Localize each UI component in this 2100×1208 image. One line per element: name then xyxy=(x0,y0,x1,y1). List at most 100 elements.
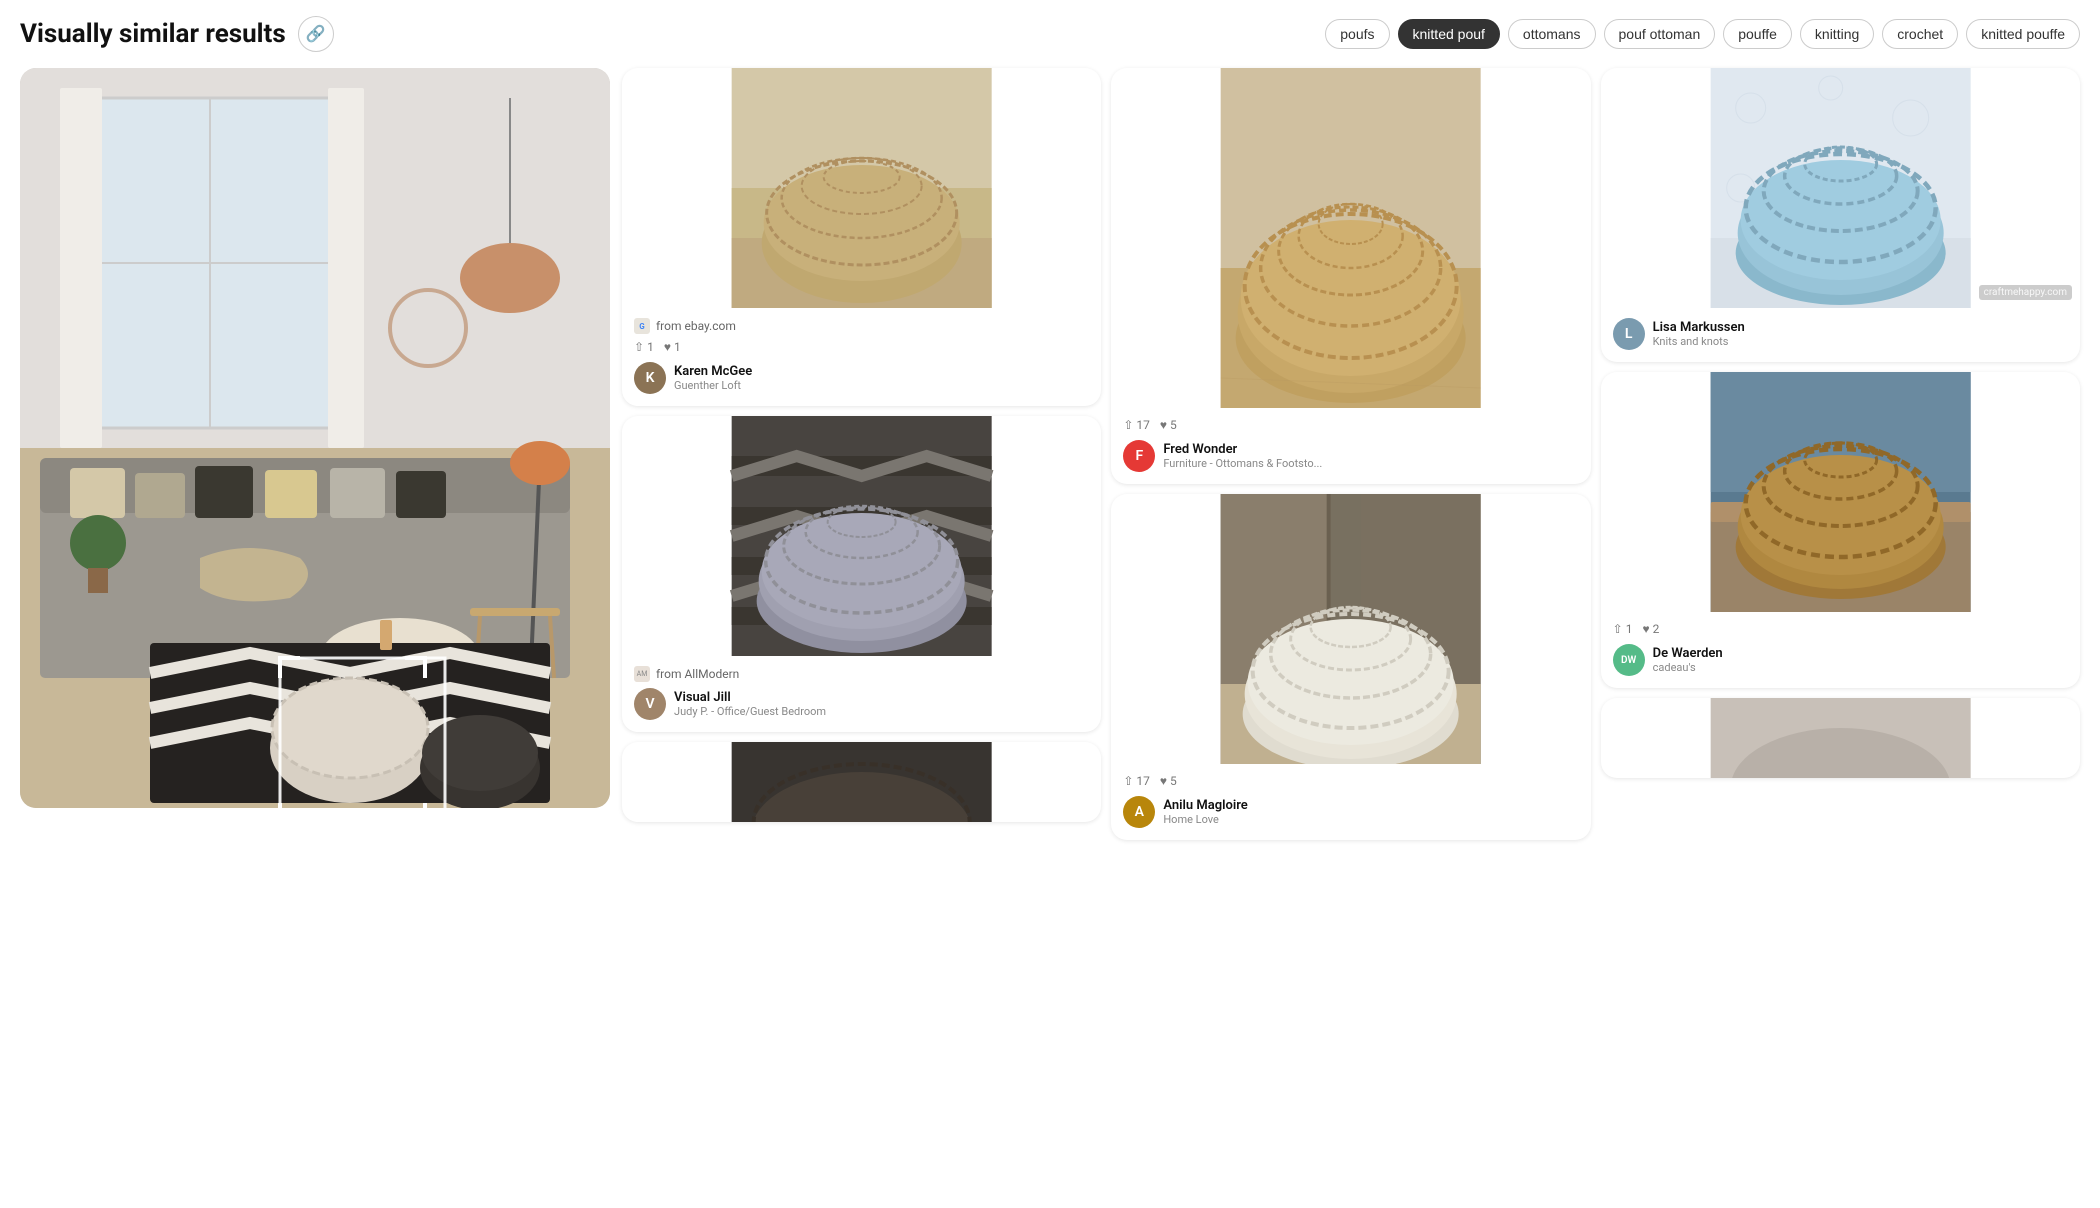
like-count-6: 2 xyxy=(1653,622,1660,636)
pouf-svg-beige xyxy=(1111,68,1590,408)
repin-icon-3: ⇧ xyxy=(1123,418,1133,432)
pin-card-dewaerden[interactable]: ⇧ 1 ♥ 2 DW De Waerden xyxy=(1601,372,2080,688)
pin-card-fred[interactable]: ⇧ 17 ♥ 5 F Fred Wonder xyxy=(1111,68,1590,484)
pin-user-4[interactable]: A Anilu Magloire Home Love xyxy=(1123,796,1578,828)
main-image-column xyxy=(20,68,610,840)
pin-user-6[interactable]: DW De Waerden cadeau's xyxy=(1613,644,2068,676)
user-info-lisa: Lisa Markussen Knits and knots xyxy=(1653,320,1745,349)
like-count-4: 5 xyxy=(1170,774,1177,788)
heart-icon-3: ♥ xyxy=(1160,418,1167,432)
pouf-svg-gold xyxy=(1601,372,2080,612)
avatar-dewaerden: DW xyxy=(1613,644,1645,676)
pin-stats-6: ⇧ 1 ♥ 2 xyxy=(1613,622,2068,636)
tag-knitted-pouf[interactable]: knitted pouf xyxy=(1398,19,1500,49)
repin-count-1: 1 xyxy=(647,340,654,354)
pin-img-wrapper-1 xyxy=(622,68,1101,308)
pin-card-allmodern[interactable]: AM from AllModern V Visual Jill Judy P. … xyxy=(622,416,1101,732)
heart-icon-4: ♥ xyxy=(1160,774,1167,788)
avatar-karen: K xyxy=(634,362,666,394)
pin-source-2: AM from AllModern xyxy=(634,666,1089,682)
pouf-svg-gray xyxy=(622,416,1101,656)
pin-card-anilu[interactable]: ⇧ 17 ♥ 5 A Anilu Magloire xyxy=(1111,494,1590,840)
pin-column-1: G from ebay.com ⇧ 1 ♥ 1 xyxy=(622,68,1101,840)
pin-img-wrapper-2 xyxy=(622,416,1101,656)
like-count-3: 5 xyxy=(1170,418,1177,432)
like-stat-6: ♥ 2 xyxy=(1642,622,1659,636)
pin-card-partial-1[interactable] xyxy=(622,742,1101,822)
user-name-dewaerden: De Waerden xyxy=(1653,646,1723,662)
pin-image-6 xyxy=(1601,372,2080,612)
pin-stats-3: ⇧ 17 ♥ 5 xyxy=(1123,418,1578,432)
source-text-1: from ebay.com xyxy=(656,319,736,333)
pin-source-1: G from ebay.com xyxy=(634,318,1089,334)
pin-card-ebay[interactable]: G from ebay.com ⇧ 1 ♥ 1 xyxy=(622,68,1101,406)
content-area: G from ebay.com ⇧ 1 ♥ 1 xyxy=(20,68,2080,840)
pin-meta-1: G from ebay.com ⇧ 1 ♥ 1 xyxy=(622,308,1101,406)
pouf-svg-partial-1 xyxy=(622,742,1101,822)
pin-meta-6: ⇧ 1 ♥ 2 DW De Waerden xyxy=(1601,612,2080,688)
user-board-fred: Furniture - Ottomans & Footsto... xyxy=(1163,457,1322,470)
link-button[interactable]: 🔗 xyxy=(298,16,334,52)
results-columns: G from ebay.com ⇧ 1 ♥ 1 xyxy=(622,68,2080,840)
header: Visually similar results 🔗 poufs knitted … xyxy=(20,16,2080,52)
pin-meta-4: ⇧ 17 ♥ 5 A Anilu Magloire xyxy=(1111,764,1590,840)
user-info-karen: Karen McGee Guenther Loft xyxy=(674,364,752,393)
pin-img-wrapper-3 xyxy=(1111,68,1590,408)
tags-container: poufs knitted pouf ottomans pouf ottomanpou… xyxy=(1325,19,2080,49)
tag-poufs[interactable]: poufs xyxy=(1325,19,1389,49)
avatar-fred: F xyxy=(1123,440,1155,472)
link-icon: 🔗 xyxy=(306,24,326,44)
pin-image-2 xyxy=(622,416,1101,656)
pin-img-wrapper-4 xyxy=(1111,494,1590,764)
pin-card-lisa[interactable]: craftmehappy.com L Lisa Markussen Knits … xyxy=(1601,68,2080,362)
heart-icon-6: ♥ xyxy=(1642,622,1649,636)
avatar-lisa: L xyxy=(1613,318,1645,350)
like-stat-4: ♥ 5 xyxy=(1160,774,1177,788)
like-count-1: 1 xyxy=(674,340,681,354)
pin-user-3[interactable]: F Fred Wonder Furniture - Ottomans & Foo… xyxy=(1123,440,1578,472)
repin-count-3: 17 xyxy=(1136,418,1150,432)
user-info-dewaerden: De Waerden cadeau's xyxy=(1653,646,1723,675)
repin-icon-6: ⇧ xyxy=(1613,622,1623,636)
user-board-lisa: Knits and knots xyxy=(1653,335,1745,348)
pin-user-1[interactable]: K Karen McGee Guenther Loft xyxy=(634,362,1089,394)
pin-user-5[interactable]: L Lisa Markussen Knits and knots xyxy=(1613,318,2068,350)
source-icon-2: AM xyxy=(634,666,650,682)
avatar-visual: V xyxy=(634,688,666,720)
like-stat-3: ♥ 5 xyxy=(1160,418,1177,432)
user-board-visual: Judy P. - Office/Guest Bedroom xyxy=(674,705,826,718)
tag-knitted-pouffe[interactable]: knitted pouffe xyxy=(1966,19,2080,49)
header-left: Visually similar results 🔗 xyxy=(20,16,334,52)
pin-stats-1: ⇧ 1 ♥ 1 xyxy=(634,340,1089,354)
pouf-svg-partial-3 xyxy=(1601,698,2080,778)
source-icon-1: G xyxy=(634,318,650,334)
user-name-karen: Karen McGee xyxy=(674,364,752,380)
tag-knitting[interactable]: knitting xyxy=(1800,19,1874,49)
user-name-anilu: Anilu Magloire xyxy=(1163,798,1247,814)
pin-meta-5: L Lisa Markussen Knits and knots xyxy=(1601,308,2080,362)
user-info-anilu: Anilu Magloire Home Love xyxy=(1163,798,1247,827)
pin-meta-3: ⇧ 17 ♥ 5 F Fred Wonder xyxy=(1111,408,1590,484)
user-name-visual: Visual Jill xyxy=(674,690,826,706)
user-board-karen: Guenther Loft xyxy=(674,379,752,392)
repin-stat-3: ⇧ 17 xyxy=(1123,418,1150,432)
user-board-anilu: Home Love xyxy=(1163,813,1247,826)
pin-card-partial-3[interactable] xyxy=(1601,698,2080,778)
tag-pouf-ottoman[interactable]: pouf ottoman xyxy=(1604,19,1716,49)
repin-count-6: 1 xyxy=(1626,622,1633,636)
tag-ottomans[interactable]: ottomans xyxy=(1508,19,1596,49)
pin-image-4 xyxy=(1111,494,1590,764)
pin-meta-2: AM from AllModern V Visual Jill Judy P. … xyxy=(622,656,1101,732)
pin-user-2[interactable]: V Visual Jill Judy P. - Office/Guest Bed… xyxy=(634,688,1089,720)
watermark-craftme: craftmehappy.com xyxy=(1979,285,2072,300)
pin-img-wrapper-6 xyxy=(1601,372,2080,612)
user-name-lisa: Lisa Markussen xyxy=(1653,320,1745,336)
page-title: Visually similar results xyxy=(20,19,286,49)
user-info-visual: Visual Jill Judy P. - Office/Guest Bedro… xyxy=(674,690,826,719)
tag-pouffe[interactable]: pouffe xyxy=(1723,19,1792,49)
user-name-fred: Fred Wonder xyxy=(1163,442,1322,458)
tag-crochet[interactable]: crochet xyxy=(1882,19,1958,49)
user-board-dewaerden: cadeau's xyxy=(1653,661,1723,674)
repin-count-4: 17 xyxy=(1136,774,1150,788)
avatar-anilu: A xyxy=(1123,796,1155,828)
